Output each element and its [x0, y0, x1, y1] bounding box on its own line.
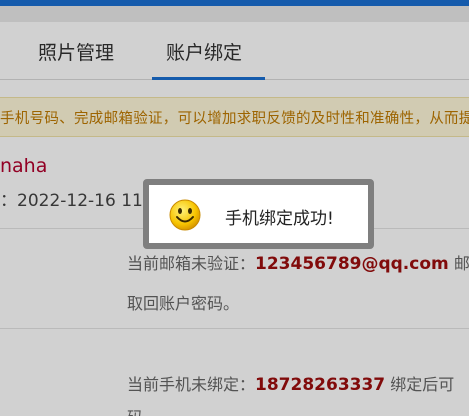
smiley-icon	[169, 199, 201, 231]
toast-message: 手机绑定成功!	[225, 209, 334, 229]
success-toast: 手机绑定成功!	[143, 179, 374, 249]
